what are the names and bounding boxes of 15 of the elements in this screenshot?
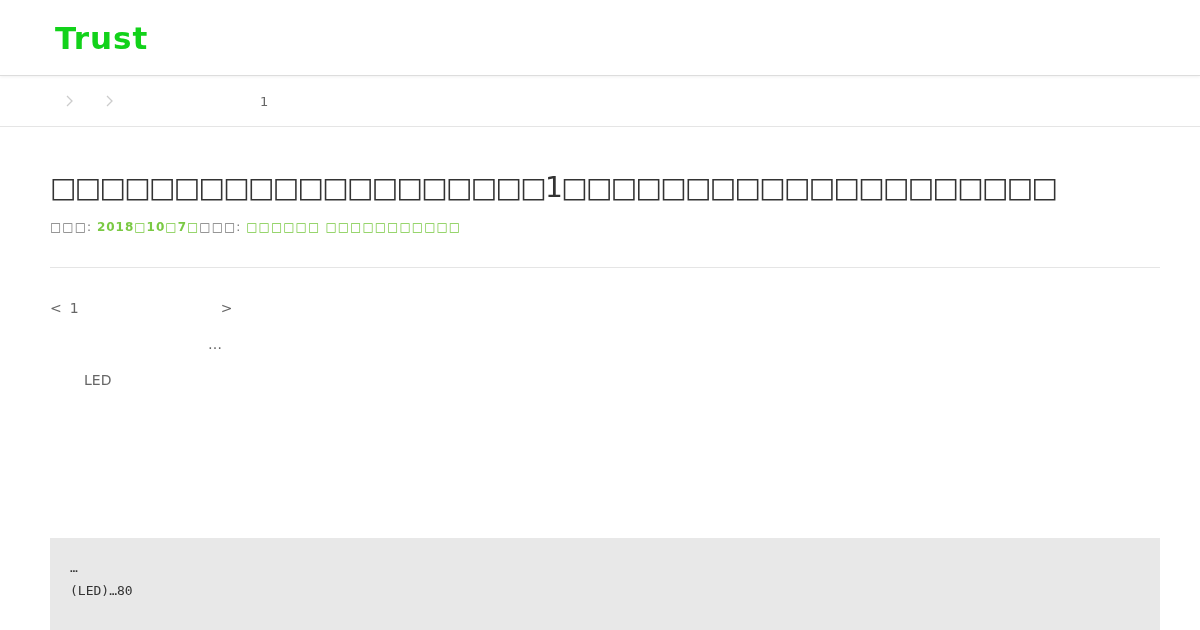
code-block: … (LED)…80 (50, 538, 1160, 630)
meta-value[interactable]: 2018□10□7□ (96, 220, 200, 234)
meta-label: □□□: (50, 220, 94, 234)
paragraph: LED (83, 372, 113, 388)
meta-label: □□□: (199, 220, 243, 234)
meta-value[interactable]: □□□□□□ □□□□□□□□□□□ (246, 220, 462, 234)
breadcrumb-current: 1 (260, 93, 269, 109)
chevron-icon (66, 95, 74, 107)
paragraph: … (207, 336, 223, 352)
page-number: 1 (69, 300, 79, 316)
chevron-icon (106, 95, 114, 107)
prev-link[interactable]: < (50, 300, 62, 316)
site-logo[interactable]: Trust (55, 19, 149, 56)
article-title: □□□□□□□□□□□□□□□□□□□□1□□□□□□□□□□□□□□□□□□□□ (50, 171, 1058, 204)
next-link[interactable]: > (220, 300, 233, 316)
